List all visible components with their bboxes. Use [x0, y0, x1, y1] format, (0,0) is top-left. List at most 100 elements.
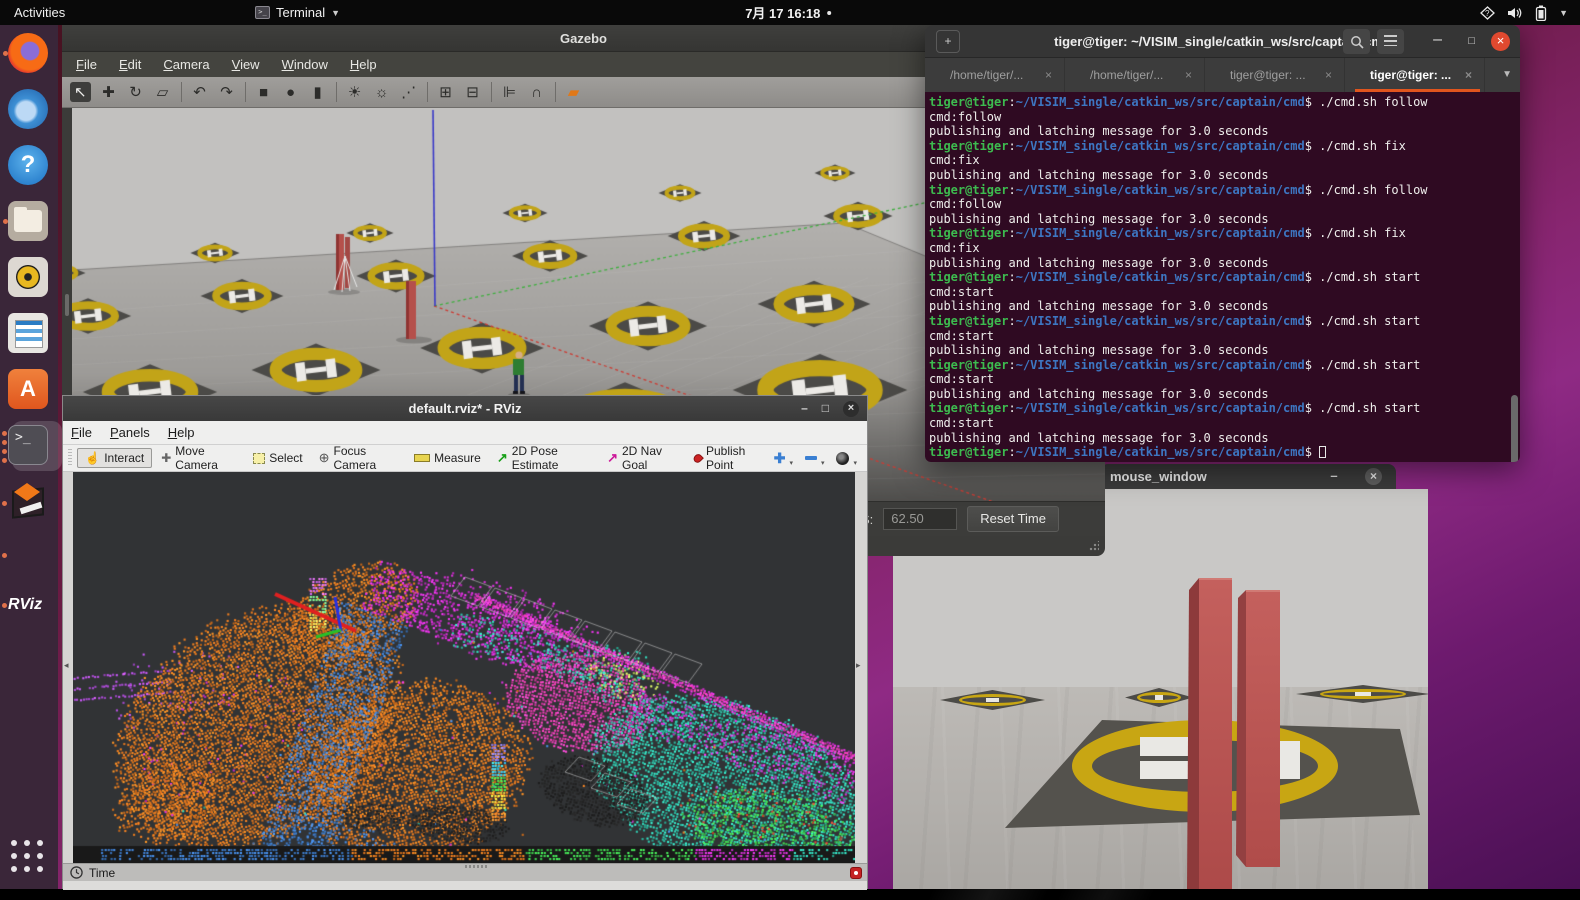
terminal-tab-2[interactable]: /home/tiger/...×	[1065, 58, 1205, 92]
minimize-button[interactable]: –	[1324, 464, 1344, 487]
tab-close-icon[interactable]: ×	[1465, 58, 1472, 92]
search-button[interactable]	[1343, 29, 1370, 54]
rviz-tool-2d-pose-estimate[interactable]: 2D Pose Estimate	[490, 442, 598, 474]
maximize-button[interactable]: □	[822, 396, 829, 421]
close-icon[interactable]: ×	[1491, 32, 1510, 51]
dock-item-ubuntu-software[interactable]: A	[8, 369, 50, 411]
redo-icon[interactable]: ↷	[218, 83, 236, 101]
dock-item-libreoffice-writer[interactable]	[8, 313, 50, 355]
clock-menu[interactable]: 7月 17 16:18	[745, 3, 831, 22]
rviz-tool-2d-nav-goal[interactable]: 2D Nav Goal	[600, 442, 685, 474]
terminal-tab-3[interactable]: tiger@tiger: ...×	[1205, 58, 1345, 92]
left-panel-collapse-strip[interactable]: ◂	[63, 472, 73, 863]
align-icon[interactable]: ⊫	[501, 83, 519, 101]
terminal-output[interactable]: tiger@tiger:~/VISIM_single/catkin_ws/src…	[925, 92, 1520, 462]
panel-drag-handle[interactable]	[465, 865, 489, 868]
panel-close-button[interactable]	[850, 867, 862, 879]
gazebo-menu-edit[interactable]: Edit	[119, 57, 141, 72]
collapse-right-icon[interactable]: ▸	[856, 660, 861, 671]
dock-item-files[interactable]	[8, 201, 50, 243]
menu-button[interactable]	[1377, 29, 1404, 54]
point-light-icon[interactable]: ☀	[346, 83, 364, 101]
activities-button[interactable]: Activities	[14, 5, 65, 20]
dock-item-running-app[interactable]	[8, 547, 50, 589]
rviz-menu-help[interactable]: Help	[168, 425, 195, 440]
select-tool-icon[interactable]: ↖	[70, 82, 91, 102]
rviz-tool-focus-camera[interactable]: Focus Camera	[312, 442, 406, 474]
tab-list-caret-icon[interactable]: ▼	[1502, 58, 1512, 92]
sphere-icon[interactable]: ●	[282, 84, 300, 101]
box-icon[interactable]: ■	[255, 84, 273, 101]
gazebo-menu-window[interactable]: Window	[282, 57, 328, 72]
dock-item-rhythmbox[interactable]	[8, 257, 50, 299]
rviz-tool-publish-point[interactable]: Publish Point	[687, 442, 772, 474]
top-bar: Activities >_ Terminal ▼ 7月 17 16:18 ? ▼	[0, 0, 1580, 25]
mouse-window-titlebar[interactable]: mouse_window – ×	[1100, 464, 1396, 489]
minimize-button[interactable]: –	[1433, 25, 1442, 58]
focus-icon	[319, 450, 330, 466]
dock-item-rviz[interactable]: RViz	[8, 585, 50, 627]
fps-value-field[interactable]: 62.50	[883, 508, 957, 530]
terminal-output-line: publishing and latching message for 3.0 …	[929, 168, 1520, 183]
dock-item-firefox[interactable]	[8, 33, 50, 75]
gazebo-menu-help[interactable]: Help	[350, 57, 377, 72]
copy-icon[interactable]: ⊞	[437, 83, 455, 101]
select-icon	[253, 453, 265, 464]
rviz-pointcloud-viewport[interactable]	[73, 472, 857, 863]
dock-item-thunderbird[interactable]	[8, 89, 50, 131]
terminal-command-line: tiger@tiger:~/VISIM_single/catkin_ws/src…	[929, 226, 1520, 241]
rviz-tool-interact[interactable]: Interact	[77, 448, 152, 468]
reset-time-button[interactable]: Reset Time	[967, 506, 1059, 532]
collapse-left-icon[interactable]: ◂	[64, 660, 69, 671]
dock-item-terminal[interactable]: >_	[8, 425, 50, 467]
tab-close-icon[interactable]: ×	[1045, 58, 1052, 92]
resize-grip[interactable]	[1089, 541, 1099, 551]
dock-item-help[interactable]: ?	[8, 145, 50, 187]
close-icon[interactable]: ×	[1365, 468, 1382, 485]
rotate-tool-icon[interactable]: ↻	[127, 83, 145, 101]
scrollbar-thumb[interactable]	[1511, 395, 1518, 462]
directional-light-icon[interactable]: ⋰	[400, 83, 418, 101]
undo-icon[interactable]: ↶	[191, 83, 209, 101]
minimize-button[interactable]: –	[801, 396, 808, 421]
red-pillar	[1199, 578, 1232, 889]
rviz-tool-measure[interactable]: Measure	[407, 449, 488, 467]
rviz-menu-file[interactable]: File	[71, 425, 92, 440]
scale-tool-icon[interactable]: ▱	[154, 83, 172, 101]
gazebo-menu-view[interactable]: View	[232, 57, 260, 72]
terminal-headerbar[interactable]: + tiger@tiger: ~/VISIM_single/catkin_ws/…	[925, 25, 1520, 58]
rviz-tool-select[interactable]: Select	[246, 449, 309, 467]
rviz-tool-move-camera[interactable]: Move Camera	[154, 442, 244, 474]
terminal-tab-1[interactable]: /home/tiger/...×	[925, 58, 1065, 92]
app-menu[interactable]: >_ Terminal ▼	[255, 5, 340, 20]
camera-view-icon[interactable]	[836, 452, 849, 465]
gazebo-menu-file[interactable]: File	[76, 57, 97, 72]
gazebo-menu-camera[interactable]: Camera	[163, 57, 209, 72]
spot-light-icon[interactable]: ☼	[373, 84, 391, 101]
snap-icon[interactable]: ∩	[528, 84, 546, 101]
translate-tool-icon[interactable]: ✚	[100, 83, 118, 101]
cylinder-icon[interactable]: ▮	[309, 83, 327, 101]
system-tray[interactable]: ? ▼	[1480, 5, 1568, 21]
tab-close-icon[interactable]: ×	[1325, 58, 1332, 92]
terminal-tab-4[interactable]: tiger@tiger: ...×	[1345, 58, 1485, 92]
rviz-3d-view[interactable]: ◂ ▸	[63, 472, 867, 863]
maximize-button[interactable]: □	[1468, 25, 1475, 58]
rviz-titlebar[interactable]: default.rviz* - RViz – □ ×	[63, 396, 867, 421]
view-angle-icon[interactable]: ▰	[565, 83, 583, 101]
show-applications-button[interactable]	[8, 837, 50, 879]
mouse-window-title: mouse_window	[1110, 469, 1207, 484]
rviz-icon: RViz	[8, 585, 48, 625]
add-display-icon[interactable]	[774, 450, 786, 467]
right-panel-collapse-strip[interactable]: ▸	[855, 472, 867, 863]
dock-item-gazebo[interactable]	[8, 483, 50, 525]
close-icon[interactable]: ×	[843, 401, 859, 417]
toolbar-drag-handle[interactable]	[68, 449, 72, 467]
new-tab-button[interactable]: +	[936, 30, 960, 53]
rviz-menu-panels[interactable]: Panels	[110, 425, 150, 440]
panel-drag-handle[interactable]	[65, 294, 69, 316]
remove-display-icon[interactable]	[805, 456, 817, 460]
terminal-command-line: tiger@tiger:~/VISIM_single/catkin_ws/src…	[929, 139, 1520, 154]
paste-icon[interactable]: ⊟	[464, 83, 482, 101]
tab-close-icon[interactable]: ×	[1185, 58, 1192, 92]
